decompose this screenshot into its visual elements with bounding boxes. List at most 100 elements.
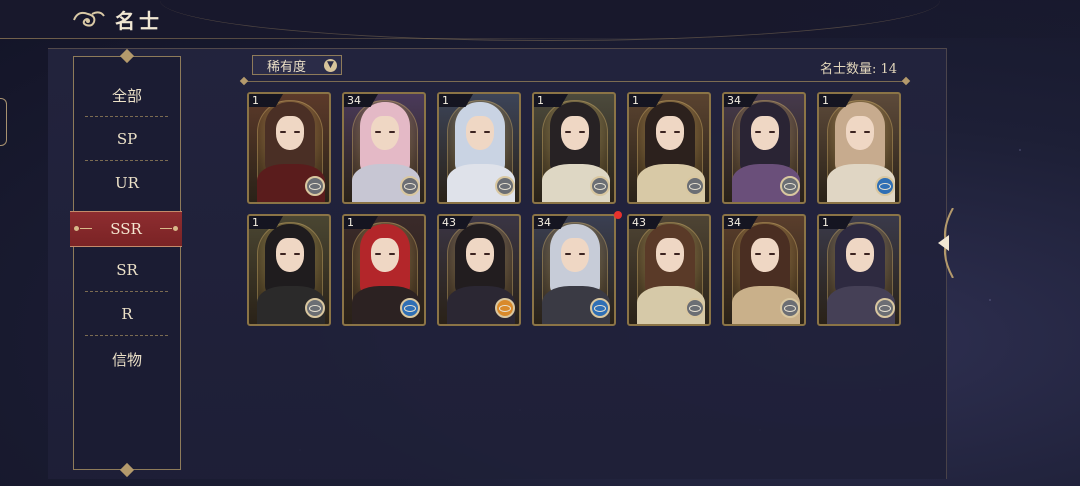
character-card[interactable]: 34 — [722, 92, 806, 204]
character-card[interactable]: 1 — [817, 214, 901, 326]
grid-top-divider — [244, 81, 906, 82]
portrait-eye — [280, 131, 286, 133]
sidebar-item-label: SP — [116, 130, 138, 148]
portrait-eye — [294, 253, 300, 255]
sidebar-item-label: UR — [115, 174, 139, 192]
portrait-face — [276, 116, 304, 150]
sidebar-item-label: SR — [116, 261, 138, 279]
portrait-eye — [280, 253, 286, 255]
portrait-eye — [755, 253, 761, 255]
portrait-eye — [579, 253, 585, 255]
character-card[interactable]: 1 — [627, 92, 711, 204]
active-marker-dot — [74, 226, 79, 231]
faction-badge-icon — [780, 298, 800, 318]
portrait-eye — [769, 131, 775, 133]
portrait-eye — [579, 131, 585, 133]
faction-badge-icon — [780, 176, 800, 196]
left-edge-handle[interactable] — [0, 98, 7, 146]
sidebar-item-ur[interactable]: UR — [85, 161, 169, 205]
portrait-face — [656, 238, 684, 272]
sidebar-item-label: R — [121, 305, 133, 323]
sidebar-item-sr[interactable]: SR — [85, 248, 169, 292]
sidebar-divider — [85, 335, 169, 336]
faction-badge-icon — [305, 176, 325, 196]
faction-badge-icon — [685, 176, 705, 196]
portrait-face — [751, 116, 779, 150]
portrait-face — [846, 116, 874, 150]
faction-badge-icon — [400, 298, 420, 318]
character-card[interactable]: 34 — [532, 214, 616, 326]
character-card[interactable]: 1 — [532, 92, 616, 204]
header-divider — [0, 38, 700, 39]
portrait-eye — [850, 131, 856, 133]
portrait-face — [561, 116, 589, 150]
portrait-eye — [375, 131, 381, 133]
portrait-eye — [565, 131, 571, 133]
faction-badge-icon — [875, 176, 895, 196]
portrait-eye — [660, 131, 666, 133]
portrait-eye — [864, 253, 870, 255]
notification-dot — [614, 211, 622, 219]
portrait-eye — [565, 253, 571, 255]
portrait-face — [751, 238, 779, 272]
sidebar-item-label: 全部 — [111, 86, 142, 105]
active-marker-line — [80, 228, 92, 229]
faction-badge-icon — [590, 176, 610, 196]
active-marker-line — [160, 228, 172, 229]
portrait-eye — [470, 131, 476, 133]
portrait-face — [371, 238, 399, 272]
portrait-face — [656, 116, 684, 150]
portrait-eye — [660, 253, 666, 255]
portrait-eye — [389, 131, 395, 133]
character-card[interactable]: 1 — [342, 214, 426, 326]
character-card[interactable]: 1 — [817, 92, 901, 204]
faction-badge-icon — [685, 298, 705, 318]
portrait-eye — [674, 131, 680, 133]
sidebar-item-tokens[interactable]: 信物 — [85, 337, 169, 381]
portrait-face — [846, 238, 874, 272]
character-card[interactable]: 1 — [247, 92, 331, 204]
character-card[interactable]: 1 — [437, 92, 521, 204]
page-title: 名士 — [115, 9, 163, 33]
filter-label: 稀有度 — [267, 59, 307, 75]
chevron-down-icon: ▼ — [324, 59, 337, 72]
sidebar-item-all[interactable]: 全部 — [85, 73, 169, 117]
portrait-eye — [769, 253, 775, 255]
play-left-icon — [938, 235, 949, 251]
sidebar-item-sp[interactable]: SP — [85, 117, 169, 161]
faction-badge-icon — [590, 298, 610, 318]
next-page-arrow[interactable] — [934, 207, 954, 279]
character-card[interactable]: 34 — [722, 214, 806, 326]
sidebar-item-label: SSR — [110, 220, 142, 238]
portrait-eye — [484, 253, 490, 255]
character-card[interactable]: 1 — [247, 214, 331, 326]
faction-badge-icon — [875, 298, 895, 318]
sidebar-item-label: 信物 — [111, 350, 142, 369]
active-marker-dot — [173, 226, 178, 231]
faction-badge-icon — [305, 298, 325, 318]
portrait-eye — [375, 253, 381, 255]
portrait-face — [276, 238, 304, 272]
portrait-face — [466, 116, 494, 150]
cloud-swirl-icon — [72, 6, 106, 30]
portrait-face — [371, 116, 399, 150]
portrait-eye — [864, 131, 870, 133]
portrait-eye — [470, 253, 476, 255]
faction-badge-icon — [495, 298, 515, 318]
character-card[interactable]: 34 — [342, 92, 426, 204]
sidebar-item-r[interactable]: R — [85, 292, 169, 336]
sidebar-item-ssr[interactable]: SSR — [70, 211, 182, 247]
portrait-eye — [389, 253, 395, 255]
portrait-face — [466, 238, 494, 272]
character-card[interactable]: 43 — [437, 214, 521, 326]
faction-badge-icon — [495, 176, 515, 196]
character-card[interactable]: 43 — [627, 214, 711, 326]
portrait-eye — [484, 131, 490, 133]
rarity-filter-dropdown[interactable]: 稀有度 ▼ — [252, 55, 342, 75]
portrait-eye — [294, 131, 300, 133]
portrait-face — [561, 238, 589, 272]
portrait-eye — [850, 253, 856, 255]
character-count: 名士数量: 14 — [820, 62, 898, 77]
portrait-eye — [755, 131, 761, 133]
portrait-eye — [674, 253, 680, 255]
